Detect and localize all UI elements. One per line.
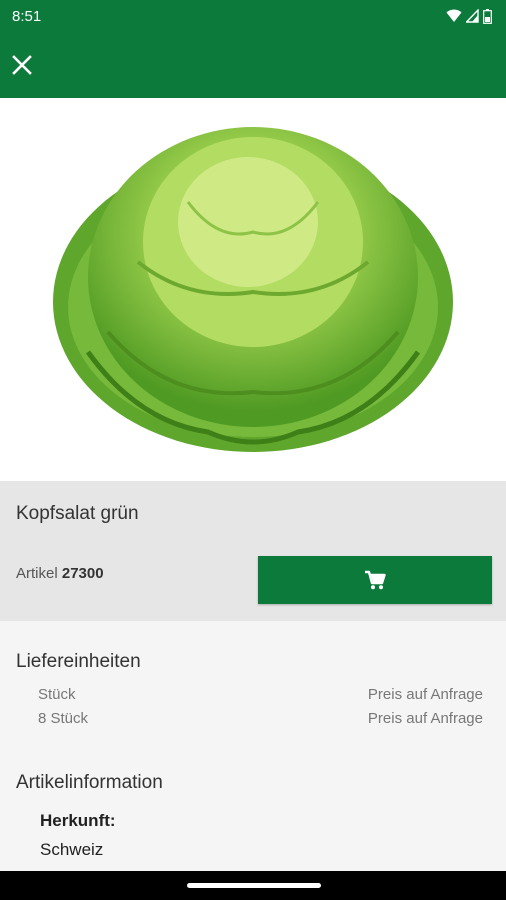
add-to-cart-button[interactable]: [258, 556, 492, 604]
battery-icon: [483, 8, 492, 24]
delivery-unit-row: 8 Stück Preis auf Anfrage: [38, 710, 483, 727]
product-name: Kopfsalat grün: [16, 503, 139, 524]
article-label: Artikel: [16, 565, 58, 582]
status-icons: [446, 8, 492, 24]
article-number: 27300: [61, 565, 104, 582]
product-image-area: [0, 98, 506, 481]
origin-value: Schweiz: [40, 840, 104, 859]
navigation-bar: [0, 871, 506, 900]
delivery-unit-row: Stück Preis auf Anfrage: [38, 686, 483, 703]
app-bar: [0, 32, 506, 98]
status-bar: 8:51: [0, 0, 506, 32]
product-panel: Kopfsalat grün Artikel 27300: [0, 481, 506, 621]
home-gesture-handle[interactable]: [187, 883, 321, 888]
article-info-title: Artikelinformation: [16, 772, 163, 793]
origin-label: Herkunft:: [40, 811, 116, 830]
delivery-units-title: Liefereinheiten: [16, 651, 141, 672]
details-section: Liefereinheiten Stück Preis auf Anfrage …: [0, 621, 506, 871]
delivery-unit: Stück: [38, 686, 76, 703]
cart-icon: [365, 570, 386, 590]
status-time: 8:51: [12, 7, 42, 25]
signal-icon: [466, 9, 479, 23]
delivery-price: Preis auf Anfrage: [367, 710, 483, 727]
article-line: Artikel 27300: [16, 565, 104, 582]
product-image: [53, 127, 453, 452]
delivery-unit: 8 Stück: [38, 710, 89, 727]
wifi-icon: [446, 9, 462, 22]
close-button[interactable]: [10, 53, 34, 77]
close-icon: [12, 55, 32, 75]
delivery-price: Preis auf Anfrage: [367, 686, 483, 703]
